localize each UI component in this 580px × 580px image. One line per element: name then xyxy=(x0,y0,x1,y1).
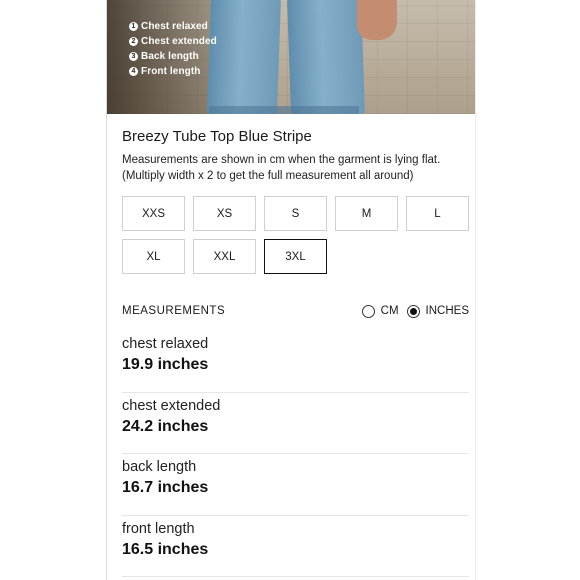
legend-number: 3 xyxy=(129,52,138,61)
size-guide-panel: 1 Chest relaxed 2 Chest extended 3 Back len… xyxy=(106,0,476,580)
measurement-name: back length xyxy=(122,459,197,475)
measurement-name: chest relaxed xyxy=(122,336,209,352)
measurement-row: back length 16.7 inches xyxy=(122,454,469,516)
size-button-xxs[interactable]: XXS xyxy=(122,196,185,231)
size-button-s[interactable]: S xyxy=(264,196,327,231)
size-selector: XXS XS S M L XL XXL 3XL xyxy=(122,196,469,274)
right-leg xyxy=(286,0,366,114)
measurement-legend: 1 Chest relaxed 2 Chest extended 3 Back len… xyxy=(129,19,217,79)
jeans-hem xyxy=(209,106,359,114)
measurements-header: MEASUREMENTS CM INCHES xyxy=(122,301,469,321)
unit-option-inches[interactable]: INCHES xyxy=(406,304,469,318)
legend-label: Chest extended xyxy=(141,36,217,47)
measurement-row: chest relaxed 19.9 inches xyxy=(122,331,469,393)
legend-number: 2 xyxy=(129,37,138,46)
measurement-value: 24.2 inches xyxy=(122,417,209,435)
size-button-xs[interactable]: XS xyxy=(193,196,256,231)
radio-unselected-icon[interactable] xyxy=(361,304,375,318)
size-button-xl[interactable]: XL xyxy=(122,239,185,274)
legend-label: Front length xyxy=(141,66,201,77)
measurement-description: Measurements are shown in cm when the ga… xyxy=(122,154,441,182)
unit-toggle: CM INCHES xyxy=(354,304,469,318)
radio-selected-icon[interactable] xyxy=(406,304,420,318)
legend-label: Back length xyxy=(141,51,199,62)
measurement-list: chest relaxed 19.9 inches chest extended… xyxy=(122,331,469,577)
size-button-m[interactable]: M xyxy=(335,196,398,231)
legend-item: 3 Back length xyxy=(129,49,217,64)
legend-item: 2 Chest extended xyxy=(129,34,217,49)
unit-label-cm: CM xyxy=(380,305,399,317)
measurement-value: 16.5 inches xyxy=(122,540,209,558)
product-photo: 1 Chest relaxed 2 Chest extended 3 Back len… xyxy=(107,0,475,114)
size-button-l[interactable]: L xyxy=(406,196,469,231)
legend-item: 4 Front length xyxy=(129,64,217,79)
product-title: Breezy Tube Top Blue Stripe xyxy=(122,128,312,145)
jeans-legs xyxy=(206,0,366,114)
unit-option-cm[interactable]: CM xyxy=(361,304,399,318)
measurement-name: chest extended xyxy=(122,397,221,414)
measurement-value: 16.7 inches xyxy=(122,479,209,496)
measurement-name: front length xyxy=(122,520,195,537)
measurement-value: 19.9 inches xyxy=(122,356,209,373)
left-leg xyxy=(206,0,282,114)
legend-number: 4 xyxy=(129,67,138,76)
legend-label: Chest relaxed xyxy=(141,21,208,32)
measurements-heading: MEASUREMENTS xyxy=(122,305,226,317)
measurement-row: chest extended 24.2 inches xyxy=(122,393,469,454)
legend-item: 1 Chest relaxed xyxy=(129,19,217,34)
hand xyxy=(357,0,397,40)
legend-number: 1 xyxy=(129,22,138,31)
unit-label-inches: INCHES xyxy=(425,305,469,317)
size-button-3xl[interactable]: 3XL xyxy=(264,239,327,274)
size-button-xxl[interactable]: XXL xyxy=(193,239,256,274)
size-guide-content: Breezy Tube Top Blue Stripe Measurements… xyxy=(122,114,469,577)
measurement-row: front length 16.5 inches xyxy=(122,516,469,577)
